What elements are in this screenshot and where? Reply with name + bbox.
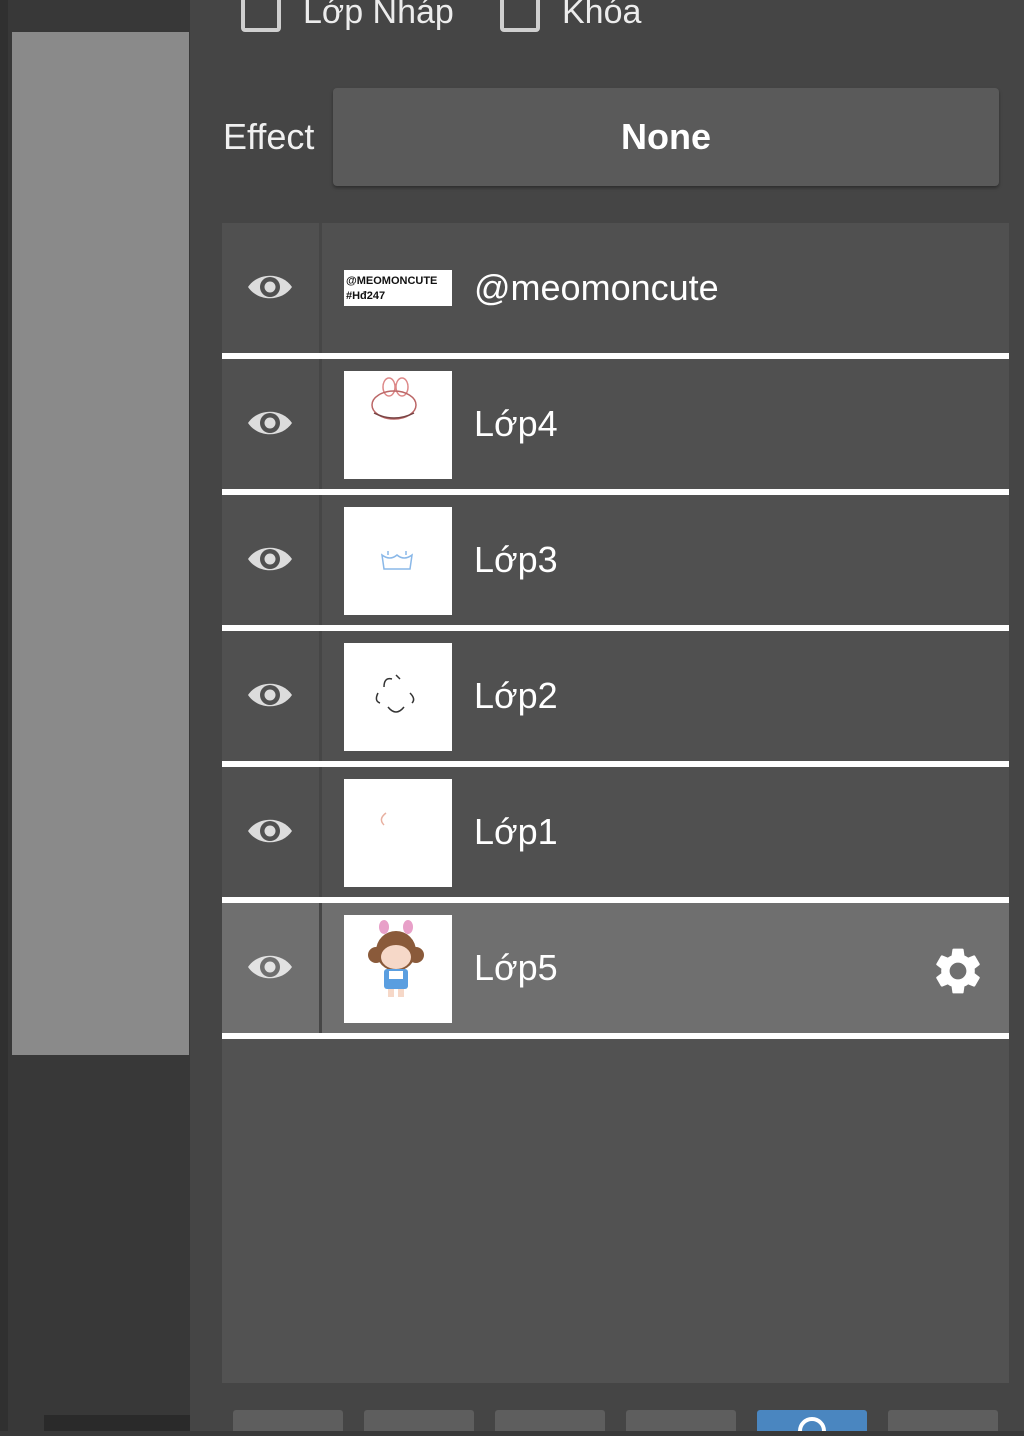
layer-name: Lớp2 — [474, 675, 558, 716]
layer-name: @meomoncute — [474, 267, 719, 308]
layer-name: Lớp4 — [474, 403, 558, 444]
thumbnail-text-line-1: @MEOMONCUTE — [346, 275, 437, 287]
eye-icon[interactable] — [246, 813, 294, 849]
eye-icon[interactable] — [246, 541, 294, 577]
layer-thumbnail — [344, 779, 452, 887]
layer-row[interactable]: @MEOMONCUTE #Hđ247 @meomoncute — [222, 223, 1009, 359]
row-divider — [319, 359, 322, 489]
toolbar-button[interactable] — [626, 1410, 736, 1431]
layer-name: Lớp3 — [474, 539, 558, 580]
row-separator — [222, 1033, 1009, 1039]
eye-icon[interactable] — [246, 405, 294, 441]
draft-layer-option[interactable]: Lớp Nháp — [241, 0, 454, 36]
thumbnail-text-line-2: #Hđ247 — [346, 290, 385, 302]
layer-name: Lớp1 — [474, 811, 558, 852]
row-divider — [319, 903, 322, 1033]
layer-row[interactable]: Lớp4 — [222, 359, 1009, 495]
layer-row[interactable]: Lớp1 — [222, 767, 1009, 903]
gear-icon[interactable] — [930, 943, 986, 999]
layer-thumbnail — [344, 371, 452, 479]
layer-name: Lớp5 — [474, 947, 558, 988]
layer-row[interactable]: Lớp3 — [222, 495, 1009, 631]
eye-icon[interactable] — [246, 269, 294, 305]
lock-checkbox[interactable] — [500, 0, 540, 32]
row-divider — [319, 767, 322, 897]
layer-list: @MEOMONCUTE #Hđ247 @meomoncute Lớp4 Lớp3… — [222, 223, 1009, 1383]
layer-row[interactable]: Lớp2 — [222, 631, 1009, 767]
row-divider — [319, 631, 322, 761]
toolbar-button-active[interactable] — [757, 1410, 867, 1436]
row-divider — [319, 495, 322, 625]
layer-thumbnail — [344, 643, 452, 751]
eye-icon[interactable] — [246, 677, 294, 713]
draft-layer-checkbox[interactable] — [241, 0, 281, 32]
lock-option[interactable]: Khóa — [500, 0, 641, 36]
lock-label: Khóa — [562, 0, 642, 31]
left-edge — [0, 0, 8, 1431]
toolbar-button[interactable] — [495, 1410, 605, 1431]
toolbar-button[interactable] — [233, 1410, 343, 1431]
draft-layer-label: Lớp Nháp — [303, 0, 454, 31]
eye-icon[interactable] — [246, 949, 294, 985]
layer-thumbnail: @MEOMONCUTE #Hđ247 — [344, 270, 452, 306]
effect-label: Effect — [223, 116, 315, 157]
left-bottom-bar — [44, 1415, 190, 1431]
layer-thumbnail — [344, 507, 452, 615]
layer-row-selected[interactable]: Lớp5 — [222, 903, 1009, 1039]
toolbar-button[interactable] — [888, 1410, 998, 1431]
canvas-preview[interactable] — [12, 32, 189, 1055]
left-strip — [0, 0, 190, 1431]
row-divider — [319, 223, 322, 353]
toolbar-button[interactable] — [364, 1410, 474, 1431]
effect-select[interactable]: None — [333, 88, 999, 186]
layer-thumbnail — [344, 915, 452, 1023]
search-icon — [798, 1417, 826, 1436]
